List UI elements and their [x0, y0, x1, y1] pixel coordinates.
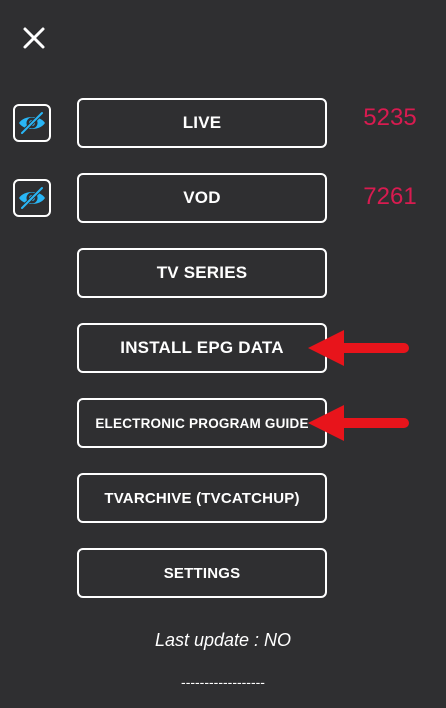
tv-series-button[interactable]: TV SERIES: [77, 248, 327, 298]
electronic-program-guide-label: ELECTRONIC PROGRAM GUIDE: [95, 415, 309, 431]
close-icon: [23, 27, 45, 49]
left-arrow-icon: [308, 405, 409, 441]
close-button[interactable]: [20, 24, 48, 52]
vod-count: 7261: [363, 183, 417, 210]
last-update-text: Last update : NO: [154, 630, 292, 650]
left-arrow-icon: [308, 330, 409, 366]
eye-slash-icon: [19, 186, 45, 210]
electronic-program-guide-button[interactable]: ELECTRONIC PROGRAM GUIDE: [77, 398, 327, 448]
footer-divider: ------------------: [181, 674, 265, 690]
install-epg-button[interactable]: INSTALL EPG DATA: [77, 323, 327, 373]
red-arrow-epg-guide: [308, 403, 410, 443]
vod-label: VOD: [183, 188, 221, 207]
eye-slash-icon: [19, 111, 45, 135]
settings-label: SETTINGS: [163, 564, 241, 582]
live-button[interactable]: LIVE: [77, 98, 327, 148]
live-label: LIVE: [182, 113, 222, 132]
install-epg-label: INSTALL EPG DATA: [120, 338, 284, 357]
red-arrow-install-epg: [308, 328, 410, 368]
vod-button[interactable]: VOD: [77, 173, 327, 223]
tv-series-label: TV SERIES: [156, 263, 248, 282]
settings-button[interactable]: SETTINGS: [77, 548, 327, 598]
tvarchive-label: TVARCHIVE (TVCATCHUP): [104, 489, 300, 507]
live-visibility-toggle[interactable]: [13, 104, 51, 142]
tvarchive-button[interactable]: TVARCHIVE (TVCATCHUP): [77, 473, 327, 523]
vod-visibility-toggle[interactable]: [13, 179, 51, 217]
live-count: 5235: [363, 104, 417, 131]
